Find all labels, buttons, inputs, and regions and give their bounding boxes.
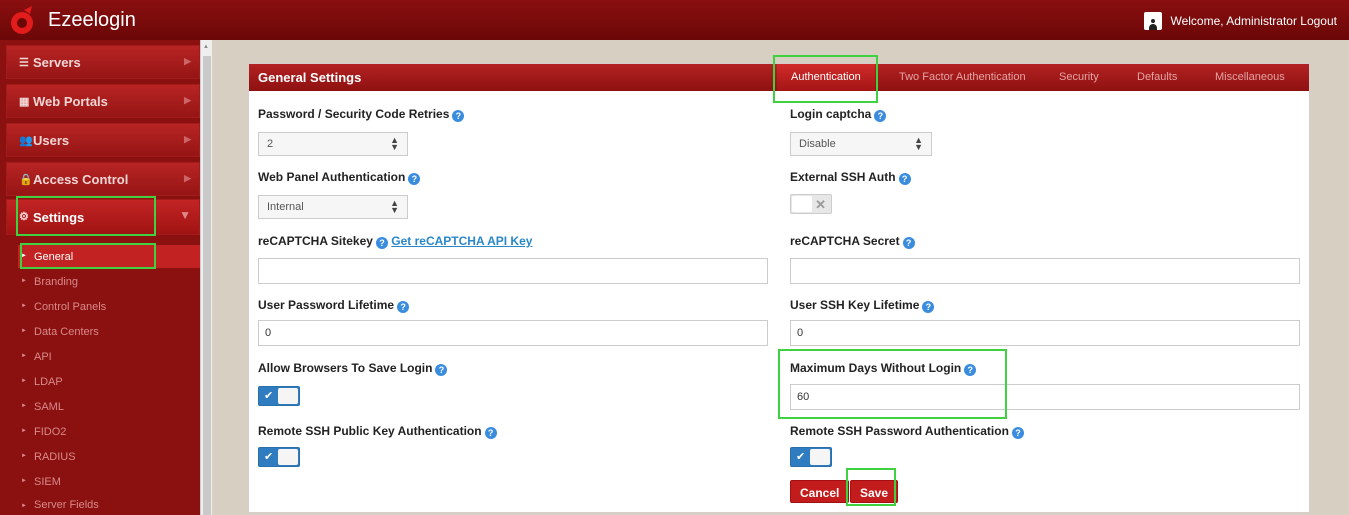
user-icon[interactable]: [1144, 12, 1163, 30]
grid-icon: ▦: [19, 96, 30, 108]
max-days-input[interactable]: 60: [790, 384, 1300, 410]
check-icon: ✔: [264, 390, 274, 402]
brand-name: Ezeelogin: [48, 9, 136, 31]
sidebar-sub-fido2[interactable]: FIDO2: [18, 420, 200, 443]
remote-pwd-toggle[interactable]: ✔: [790, 447, 832, 467]
help-icon[interactable]: ?: [408, 173, 421, 185]
sidebar-sub-saml[interactable]: SAML: [18, 395, 200, 418]
help-icon[interactable]: ?: [397, 301, 410, 313]
tab-miscellaneous[interactable]: Miscellaneous: [1215, 71, 1285, 83]
sidebar-item-users[interactable]: 👥 Users ▶: [6, 123, 200, 157]
web-auth-label: Web Panel Authentication?: [258, 170, 421, 185]
general-settings-panel: General Settings Authentication Two Fact…: [248, 63, 1310, 513]
allow-save-label: Allow Browsers To Save Login?: [258, 361, 448, 376]
panel-header: General Settings Authentication Two Fact…: [249, 64, 1309, 91]
sidebar-sub-data-centers[interactable]: Data Centers: [18, 320, 200, 343]
help-icon[interactable]: ?: [375, 237, 388, 249]
captcha-label: Login captcha?: [790, 107, 887, 122]
sidebar-sub-branding[interactable]: Branding: [18, 270, 200, 293]
sidebar-sub-control-panels[interactable]: Control Panels: [18, 295, 200, 318]
chevron-right-icon: ▶: [184, 95, 191, 105]
panel-title: General Settings: [258, 70, 362, 85]
scroll-up-icon[interactable]: ▲: [203, 44, 209, 50]
remote-pubkey-toggle[interactable]: ✔: [258, 447, 300, 467]
updown-caret-icon: ▲ ▼: [390, 135, 399, 152]
sidebar-item-servers[interactable]: ☰ Servers ▶: [6, 45, 200, 79]
tab-authentication[interactable]: Authentication: [777, 64, 875, 91]
users-icon: 👥: [19, 135, 33, 147]
sidebar-item-label: Settings: [33, 209, 85, 225]
sidebar-item-access-control[interactable]: 🔒 Access Control ▶: [6, 162, 200, 196]
help-icon[interactable]: ?: [484, 427, 497, 439]
sitekey-input[interactable]: [258, 258, 768, 284]
help-icon[interactable]: ?: [898, 173, 911, 185]
check-icon: ✔: [796, 451, 806, 463]
sidebar-sub-siem[interactable]: SIEM: [18, 470, 200, 493]
chevron-right-icon: ▶: [184, 56, 191, 66]
help-icon[interactable]: ?: [964, 364, 977, 376]
updown-caret-icon: ▲ ▼: [390, 198, 399, 215]
ssh-key-lifetime-input[interactable]: 0: [790, 320, 1300, 346]
x-icon: ✕: [815, 197, 826, 212]
updown-caret-icon: ▲ ▼: [914, 135, 923, 152]
gears-icon: ⚙: [19, 211, 29, 223]
web-auth-select[interactable]: Internal ▲ ▼: [258, 195, 408, 219]
get-recaptcha-key-link[interactable]: Get reCAPTCHA API Key: [391, 234, 532, 248]
lock-icon: 🔒: [19, 174, 33, 186]
sidebar-item-label: Web Portals: [33, 93, 108, 109]
secret-label: reCAPTCHA Secret?: [790, 234, 915, 249]
retries-label: Password / Security Code Retries?: [258, 107, 465, 122]
tab-defaults[interactable]: Defaults: [1137, 71, 1177, 83]
tab-two-factor-authentication[interactable]: Two Factor Authentication: [899, 71, 1026, 83]
pwd-lifetime-label: User Password Lifetime?: [258, 298, 410, 313]
remote-pubkey-label: Remote SSH Public Key Authentication?: [258, 424, 497, 439]
ezeelogin-logo-icon: [11, 6, 33, 34]
captcha-select[interactable]: Disable ▲ ▼: [790, 132, 932, 156]
sitekey-label: reCAPTCHA Sitekey? Get reCAPTCHA API Key: [258, 234, 533, 249]
allow-save-toggle[interactable]: ✔: [258, 386, 300, 406]
max-days-label: Maximum Days Without Login?: [790, 361, 977, 376]
user-area: Welcome, Administrator Logout: [1144, 12, 1337, 30]
sidebar-item-label: Users: [33, 132, 70, 148]
list-icon: ☰: [19, 57, 29, 69]
save-button[interactable]: Save: [850, 480, 899, 503]
retries-select[interactable]: 2 ▲ ▼: [258, 132, 408, 156]
welcome-text[interactable]: Welcome, Administrator Logout: [1170, 14, 1337, 28]
sidebar-sub-ldap[interactable]: LDAP: [18, 370, 200, 393]
ssh-key-lifetime-label: User SSH Key Lifetime?: [790, 298, 935, 313]
ext-ssh-label: External SSH Auth?: [790, 170, 911, 185]
help-icon[interactable]: ?: [1011, 427, 1024, 439]
cancel-button[interactable]: Cancel: [790, 480, 850, 503]
sidebar-sub-radius[interactable]: RADIUS: [18, 445, 200, 468]
sidebar-scrollbar[interactable]: ▲: [200, 40, 212, 515]
scrollbar-thumb[interactable]: [203, 56, 211, 515]
remote-pwd-label: Remote SSH Password Authentication?: [790, 424, 1024, 439]
ext-ssh-toggle[interactable]: ✕: [790, 194, 832, 214]
help-icon[interactable]: ?: [452, 110, 465, 122]
help-icon[interactable]: ?: [874, 110, 887, 122]
sidebar-item-label: Servers: [33, 54, 81, 70]
pwd-lifetime-input[interactable]: 0: [258, 320, 768, 346]
chevron-right-icon: ▶: [184, 134, 191, 144]
help-icon[interactable]: ?: [435, 364, 448, 376]
check-icon: ✔: [264, 451, 274, 463]
help-icon[interactable]: ?: [902, 237, 915, 249]
help-icon[interactable]: ?: [922, 301, 935, 313]
chevron-right-icon: ▶: [184, 173, 191, 183]
sidebar-sub-api[interactable]: API: [18, 345, 200, 368]
top-bar: Ezeelogin Welcome, Administrator Logout: [0, 0, 1349, 40]
tab-security[interactable]: Security: [1059, 71, 1099, 83]
sidebar-sub-server-fields[interactable]: Server Fields: [18, 495, 200, 515]
sidebar-item-settings[interactable]: ⚙ Settings ▼: [6, 199, 200, 235]
sidebar-sub-general[interactable]: General: [18, 245, 200, 268]
chevron-down-icon: ▼: [179, 208, 191, 222]
sidebar-item-label: Access Control: [33, 171, 129, 187]
secret-input[interactable]: [790, 258, 1300, 284]
sidebar-item-web-portals[interactable]: ▦ Web Portals ▶: [6, 84, 200, 118]
